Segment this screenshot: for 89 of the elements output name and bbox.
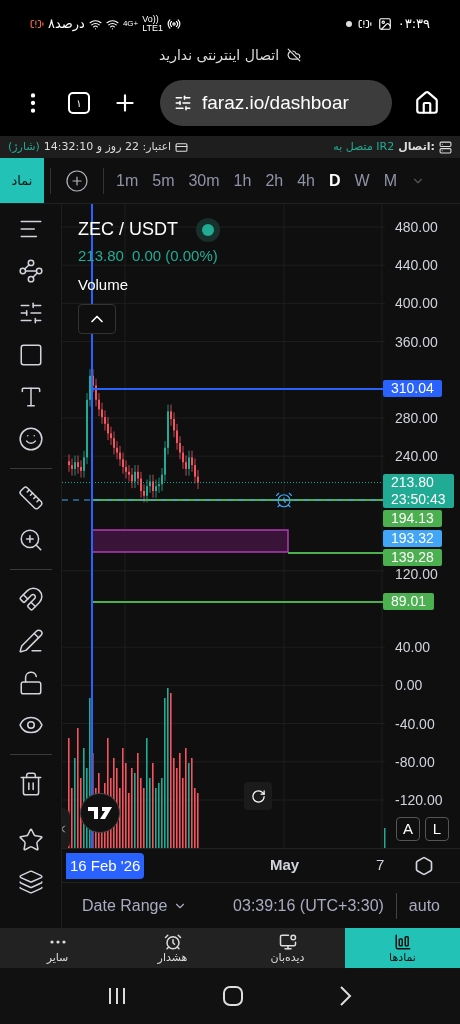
price-axis-label: 480.00: [395, 219, 438, 235]
timeframe-tab[interactable]: 30m: [182, 168, 226, 193]
date-range-button[interactable]: Date Range: [82, 893, 188, 918]
connection-value: متصل به IR2: [333, 138, 395, 155]
price-tag-value: 194.13: [391, 510, 434, 527]
price-axis-label: 280.00: [395, 410, 438, 426]
url-bar[interactable]: faraz.io/dashboar: [160, 80, 392, 126]
star-icon: [17, 827, 44, 853]
timeframe-tab[interactable]: 5m: [146, 168, 181, 193]
price-tag-value: 139.28: [391, 549, 434, 566]
status-time: ۰۳:۳۹: [397, 15, 430, 34]
timeframe-tab[interactable]: D: [323, 168, 347, 193]
smile-icon: [17, 426, 44, 452]
price-axis-label: -40.00: [395, 715, 435, 732]
signal-icon: [105, 17, 119, 31]
back-icon[interactable]: [339, 986, 352, 1006]
timeframe-tab[interactable]: 2h: [259, 168, 290, 193]
add-icon[interactable]: [65, 168, 89, 193]
price-axis-label: 240.00: [395, 448, 438, 465]
site-settings-icon: [174, 94, 192, 112]
nav-tab[interactable]: سایر: [0, 928, 115, 968]
more-icon: [49, 939, 66, 944]
dot-icon: [345, 21, 352, 27]
tab-count-button[interactable]: ۱: [68, 92, 90, 114]
home-icon[interactable]: [414, 90, 440, 116]
reset-button[interactable]: [244, 782, 272, 810]
price-axis-label: 440.00: [395, 257, 438, 274]
nav-tab[interactable]: نمادها: [345, 928, 460, 968]
home-button-icon[interactable]: [223, 986, 243, 1006]
timeframe-tab[interactable]: M: [377, 168, 403, 193]
pencil-icon: [17, 628, 44, 654]
time-axis-label: 7: [376, 855, 385, 876]
price-tag-value: 310.04: [391, 380, 434, 397]
nav-tab[interactable]: هشدار: [115, 928, 230, 968]
alarm-icon: [163, 932, 182, 951]
square-icon: [17, 342, 44, 368]
timeframe-tab[interactable]: 1h: [227, 168, 258, 193]
magnet-icon: [17, 586, 44, 612]
price-change: 0.00 (0.00%): [131, 246, 218, 266]
ruler-icon: [17, 485, 44, 511]
trash-icon: [17, 771, 44, 797]
credit-text: اعتبار: 22 روز و 14:32:10: [43, 138, 172, 155]
logo-icon: [88, 807, 112, 819]
hotspot-icon: [167, 17, 182, 31]
alarm-icon[interactable]: [275, 491, 293, 509]
scale-mode-button[interactable]: auto: [408, 893, 440, 918]
signal-icon: [88, 17, 102, 31]
cloud-off-icon: [287, 48, 302, 62]
price-axis-label: 360.00: [395, 333, 438, 350]
clock-text: 03:39:16 (UTC+3:30): [233, 895, 384, 916]
offline-notice: اتصال اینترنتی ندارید: [158, 45, 280, 66]
time-cursor-label: 16 Feb '26: [66, 853, 145, 879]
battery-text: ۸درصد: [48, 15, 85, 34]
timeframe-tab[interactable]: 1m: [110, 168, 145, 193]
price-axis-label: -120.00: [395, 792, 443, 808]
image-icon: [377, 17, 392, 31]
price-tag-value: 213.80: [391, 474, 435, 491]
alert-icon: [357, 17, 372, 31]
price-axis-label: 400.00: [395, 295, 438, 312]
url-text: faraz.io/dashboar: [202, 90, 349, 115]
price-axis-label: 0.00: [395, 677, 423, 694]
price-axis-label: 120.00: [395, 565, 438, 582]
price-axis-label: -80.00: [395, 753, 435, 770]
scale-button[interactable]: L: [425, 817, 449, 841]
waypoints-icon: [17, 258, 44, 284]
volte-text: LTE1: [142, 24, 164, 33]
credit-action-link[interactable]: (شارژ): [8, 138, 40, 156]
network-text: 4G+: [122, 18, 139, 30]
price-tag-value: 193.32: [391, 530, 434, 547]
volte-text: Vo)): [142, 15, 159, 24]
lock-open-icon: [17, 670, 44, 696]
reset-icon: [250, 788, 266, 804]
connection-label: اتصال:: [398, 138, 435, 155]
monitor-icon: [278, 932, 297, 951]
recent-apps-icon[interactable]: [108, 987, 127, 1005]
timeframe-tab[interactable]: W: [348, 168, 376, 193]
server-icon: [439, 140, 452, 154]
nav-tab[interactable]: دیده‌بان: [230, 928, 345, 968]
battery-icon: [30, 17, 44, 31]
layers-icon: [17, 869, 44, 895]
countdown-text: 23:50:43: [391, 491, 446, 508]
time-axis-label: May: [270, 855, 300, 876]
bar-chart-icon: [393, 932, 412, 951]
scale-button[interactable]: A: [396, 817, 420, 841]
price-tag-value: 89.01: [391, 593, 427, 610]
timeframe-tab[interactable]: 4h: [291, 168, 321, 193]
symbol-button[interactable]: نماد: [0, 158, 44, 203]
price-axis-label: 40.00: [395, 639, 431, 656]
card-icon: [175, 140, 189, 154]
